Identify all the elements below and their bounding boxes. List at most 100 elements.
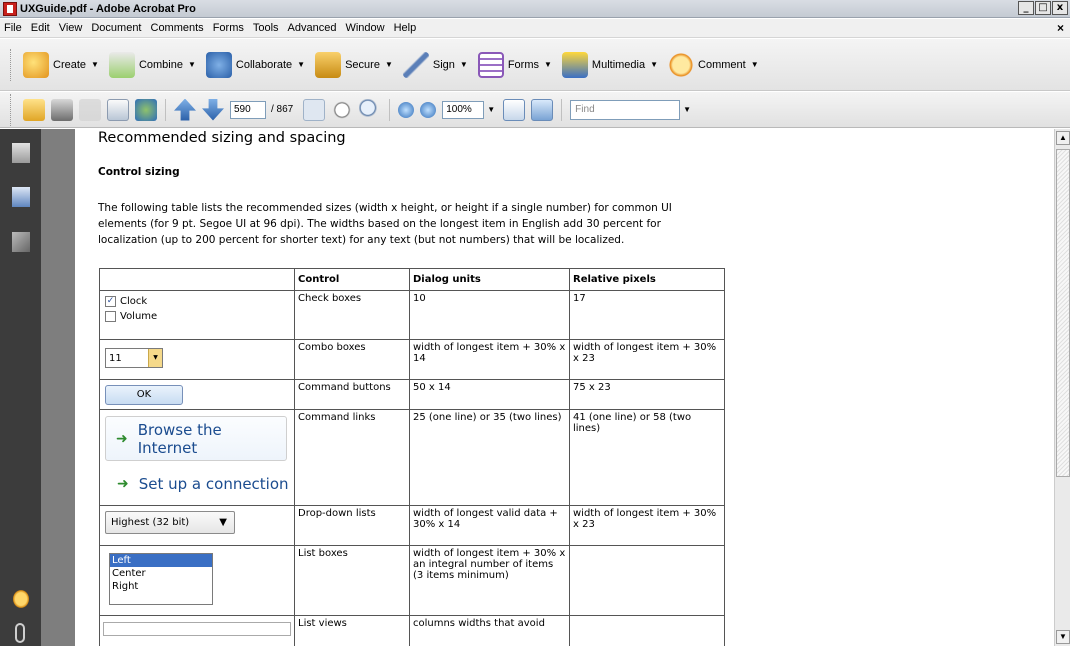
green-arrow-icon: ➜: [117, 476, 129, 492]
menu-document[interactable]: Document: [91, 22, 141, 34]
forms-icon: [477, 51, 504, 78]
select-tool-icon[interactable]: [303, 98, 326, 121]
collaborate-button[interactable]: Collaborate ▼: [205, 51, 305, 78]
create-button[interactable]: Create ▼: [23, 51, 99, 78]
checkbox-volume-label: Volume: [120, 311, 158, 322]
find-dropdown-icon[interactable]: ▼: [683, 105, 691, 114]
table-row: 11 ▼ Combo boxes width of longest item + …: [99, 339, 725, 380]
list-box-sample: Left Center Right: [109, 553, 213, 605]
relative-pixels-cell: 75 x 23: [569, 379, 725, 410]
collaborate-icon: [205, 51, 232, 78]
sample-cell: ✓ Clock Volume: [99, 290, 295, 340]
scroll-up-icon[interactable]: ▲: [1056, 131, 1070, 145]
print-icon[interactable]: [51, 98, 73, 121]
secure-button[interactable]: Secure ▼: [315, 51, 393, 78]
tasks-toolbar: Create ▼ Combine ▼ Collaborate ▼ Secure ▼ Si…: [0, 39, 1070, 91]
maximize-button[interactable]: □: [1035, 1, 1051, 15]
toolbar-grip-2[interactable]: [10, 93, 13, 126]
list-view-column-header: [104, 623, 122, 635]
comments-panel-icon[interactable]: [12, 589, 30, 609]
sample-cell: [99, 615, 295, 646]
drop-down-value: Highest (32 bit): [111, 517, 190, 528]
zoom-tool-icon[interactable]: [359, 98, 382, 121]
control-cell: List boxes: [294, 545, 410, 616]
drop-down-list-sample: Highest (32 bit) ▼: [105, 511, 235, 534]
menu-file[interactable]: File: [4, 22, 22, 34]
page-count: / 867: [271, 104, 294, 115]
chevron-down-icon: ▼: [148, 349, 162, 367]
table-row: ✓ Clock Volume Check boxes 10 17: [99, 290, 725, 340]
table-row: OK Command buttons 50 x 14 75 x 23: [99, 379, 725, 410]
scroll-down-icon[interactable]: ▼: [1056, 630, 1070, 644]
menu-view[interactable]: View: [59, 22, 83, 34]
pdf-page: Recommended sizing and spacing Control s…: [75, 129, 1054, 646]
table-row: Left Center Right List boxes width of lo…: [99, 545, 725, 616]
comment-button[interactable]: Comment ▼: [668, 51, 759, 78]
sample-cell: Left Center Right: [99, 545, 295, 616]
sign-button[interactable]: Sign ▼: [402, 51, 468, 78]
multimedia-button[interactable]: Multimedia ▼: [561, 51, 658, 78]
relative-pixels-cell: width of longest item + 30% x 23: [569, 505, 725, 546]
menu-help[interactable]: Help: [394, 22, 417, 34]
signatures-panel-icon[interactable]: [12, 232, 30, 252]
pen-icon: [402, 51, 429, 78]
page-number-input[interactable]: 590: [230, 100, 266, 119]
find-input[interactable]: Find: [570, 99, 681, 120]
checkbox-clock: ✓ Clock: [105, 296, 291, 307]
combine-button[interactable]: Combine ▼: [108, 51, 196, 78]
menu-bar: File Edit View Document Comments Forms T…: [0, 19, 1070, 38]
list-item: Left: [110, 554, 212, 567]
relative-pixels-cell: [569, 615, 725, 646]
bookmarks-panel-icon[interactable]: [12, 187, 30, 207]
green-arrow-icon: ➜: [116, 430, 128, 447]
dialog-units-cell: width of longest item + 30% x an integra…: [409, 545, 570, 616]
command-link-setup-label: Set up a connection: [138, 475, 289, 493]
combine-label: Combine: [138, 58, 183, 71]
checkbox-volume: Volume: [105, 311, 291, 322]
toolbar-grip[interactable]: [10, 48, 13, 81]
menu-window[interactable]: Window: [345, 22, 384, 34]
menu-forms[interactable]: Forms: [213, 22, 244, 34]
menu-tools[interactable]: Tools: [253, 22, 279, 34]
zoom-out-icon[interactable]: [398, 101, 415, 118]
forms-button[interactable]: Forms ▼: [477, 51, 552, 78]
relative-pixels-cell: 41 (one line) or 58 (two lines): [569, 409, 725, 506]
open-folder-icon[interactable]: [23, 98, 45, 121]
checked-checkbox-icon: ✓: [105, 296, 116, 307]
control-cell: Command buttons: [294, 379, 410, 410]
zoom-dropdown-icon[interactable]: ▼: [487, 105, 495, 114]
pages-panel-icon[interactable]: [12, 143, 30, 163]
document-viewport[interactable]: Recommended sizing and spacing Control s…: [41, 129, 1054, 646]
organizer-icon[interactable]: [135, 98, 157, 121]
save-icon[interactable]: [79, 98, 101, 121]
hand-tool-icon[interactable]: [331, 98, 354, 121]
sample-cell: 11 ▼: [99, 339, 295, 380]
checkbox-clock-label: Clock: [120, 296, 148, 307]
previous-page-icon[interactable]: [174, 98, 196, 121]
lock-icon: [315, 51, 342, 78]
title-bar: UXGuide.pdf - Adobe Acrobat Pro _ □ x: [0, 0, 1070, 18]
minimize-button[interactable]: _: [1018, 1, 1034, 15]
vertical-scrollbar[interactable]: ▲ ▼: [1054, 129, 1070, 646]
close-window-button[interactable]: x: [1052, 1, 1068, 15]
table-row: Highest (32 bit) ▼ Drop-down lists width …: [99, 505, 725, 546]
zoom-in-icon[interactable]: [420, 101, 437, 118]
scroll-thumb[interactable]: [1056, 149, 1070, 477]
sign-label: Sign: [432, 58, 455, 71]
full-screen-icon[interactable]: [531, 98, 554, 121]
attachments-panel-icon[interactable]: [15, 623, 25, 643]
fit-page-icon[interactable]: [503, 98, 526, 121]
control-cell: Drop-down lists: [294, 505, 410, 546]
table-header-row: Control Dialog units Relative pixels: [99, 268, 725, 291]
close-document-icon[interactable]: ×: [1057, 21, 1064, 35]
list-item: Center: [112, 568, 146, 579]
menu-comments[interactable]: Comments: [151, 22, 204, 34]
email-icon[interactable]: [107, 98, 129, 121]
menu-edit[interactable]: Edit: [31, 22, 50, 34]
menu-advanced[interactable]: Advanced: [288, 22, 337, 34]
multimedia-icon: [561, 51, 588, 78]
next-page-icon[interactable]: [202, 98, 224, 121]
dialog-units-cell: 25 (one line) or 35 (two lines): [409, 409, 570, 506]
table-header-sample: [99, 268, 295, 291]
zoom-level-select[interactable]: 100%: [442, 100, 485, 119]
